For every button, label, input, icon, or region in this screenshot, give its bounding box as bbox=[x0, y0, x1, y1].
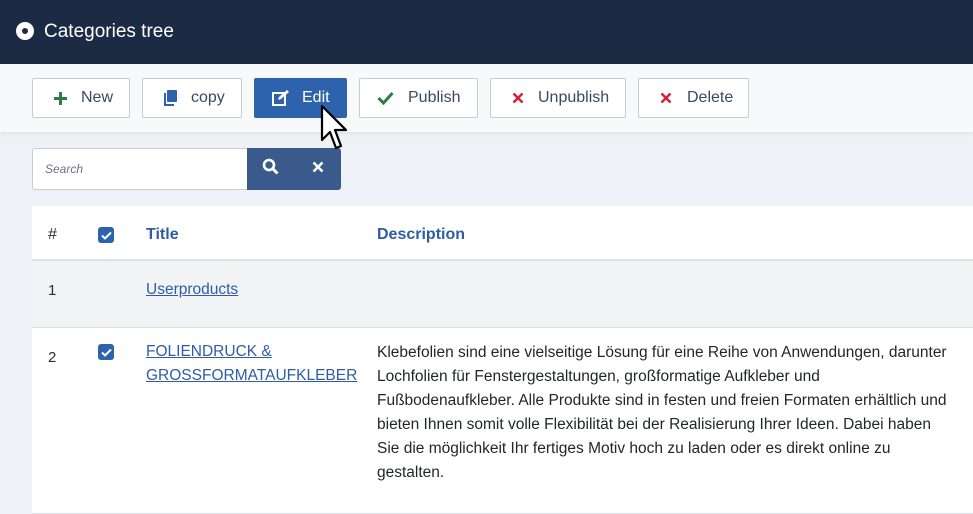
publish-button-label: Publish bbox=[408, 89, 461, 106]
new-button[interactable]: New bbox=[32, 78, 130, 118]
check-icon bbox=[376, 89, 394, 107]
table-header: # Title Description bbox=[32, 206, 973, 261]
checkmark-icon bbox=[100, 231, 112, 240]
clear-search-button[interactable] bbox=[294, 148, 341, 190]
delete-button-label: Delete bbox=[687, 89, 734, 106]
mouse-cursor-icon bbox=[320, 104, 348, 150]
new-button-label: New bbox=[81, 89, 114, 106]
copy-icon bbox=[161, 89, 179, 107]
table-row: 1 Userproducts bbox=[32, 261, 973, 328]
unpublish-button[interactable]: Unpublish bbox=[490, 78, 626, 118]
close-icon bbox=[312, 160, 324, 178]
top-bar: Categories tree bbox=[0, 0, 973, 64]
column-number: # bbox=[48, 226, 57, 243]
categories-table: # Title Description 1 Userproducts 2 FOL… bbox=[32, 206, 973, 514]
publish-button[interactable]: Publish bbox=[359, 78, 478, 118]
row-description: Klebefolien sind eine vielseitige Lösung… bbox=[377, 344, 947, 481]
x-icon bbox=[509, 89, 527, 107]
delete-button[interactable]: Delete bbox=[638, 78, 749, 118]
row-title-link-line2[interactable]: GROSSFORMATAUFKLEBER bbox=[146, 364, 357, 388]
column-title[interactable]: Title bbox=[146, 226, 179, 244]
checkmark-icon bbox=[100, 348, 112, 357]
row-checkbox[interactable] bbox=[98, 344, 114, 360]
x-icon bbox=[657, 89, 675, 107]
page-title: Categories tree bbox=[44, 21, 174, 42]
copy-button-label: copy bbox=[191, 89, 225, 106]
row-title: FOLIENDRUCK & GROSSFORMATAUFKLEBER bbox=[146, 340, 357, 388]
select-all-checkbox[interactable] bbox=[98, 227, 114, 243]
search-input[interactable] bbox=[32, 148, 248, 190]
row-title-link-line1[interactable]: FOLIENDRUCK & bbox=[146, 340, 357, 364]
row-title-link[interactable]: Userproducts bbox=[146, 278, 238, 302]
logo-icon bbox=[16, 22, 34, 40]
edit-icon bbox=[272, 89, 290, 107]
search-button[interactable] bbox=[247, 148, 294, 190]
toolbar: New copy Edit Publish Unpublish Delete bbox=[0, 64, 973, 132]
search-icon bbox=[262, 158, 279, 180]
plus-icon bbox=[51, 89, 69, 107]
unpublish-button-label: Unpublish bbox=[538, 89, 610, 106]
row-number: 1 bbox=[48, 282, 57, 299]
copy-button[interactable]: copy bbox=[142, 78, 242, 118]
table-row: 2 FOLIENDRUCK & GROSSFORMATAUFKLEBER Kle… bbox=[32, 328, 973, 514]
column-description[interactable]: Description bbox=[377, 226, 465, 244]
row-number: 2 bbox=[48, 349, 57, 366]
